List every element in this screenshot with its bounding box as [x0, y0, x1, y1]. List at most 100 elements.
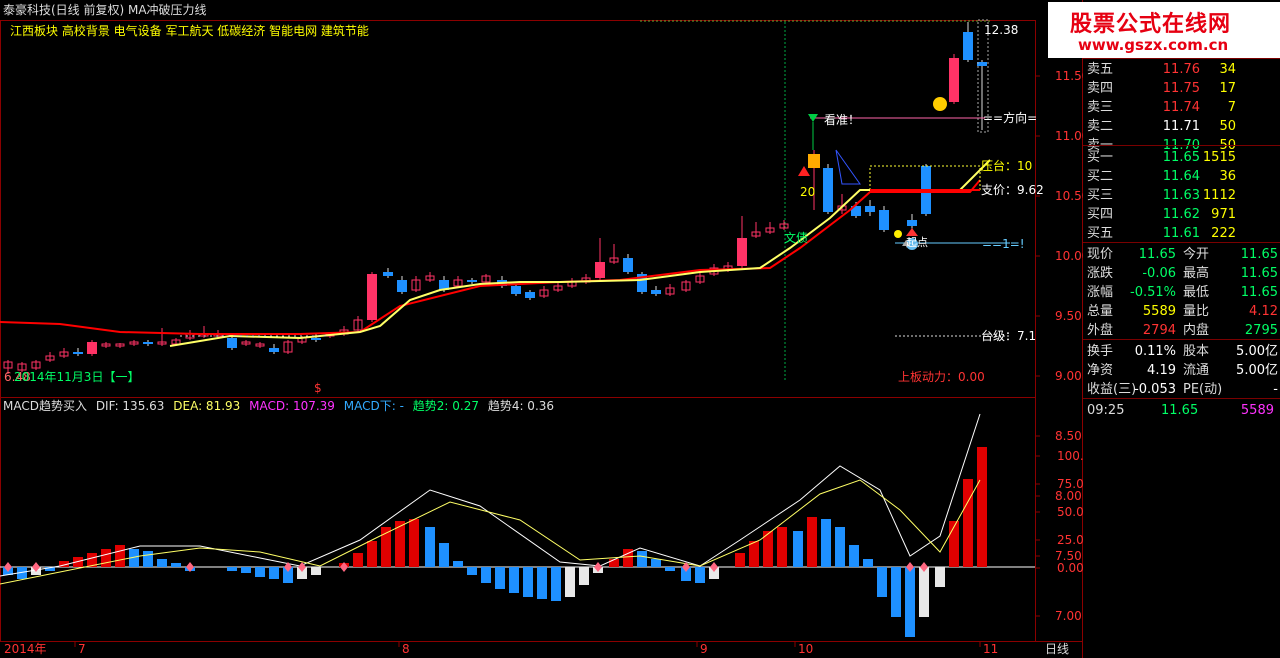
order-row-sell[interactable]: 卖三 11.74 7	[1083, 98, 1280, 117]
order-volume: 17	[1219, 81, 1236, 96]
macd-bar	[537, 567, 547, 599]
quote-value: 2795	[1244, 323, 1278, 338]
macd-bar	[241, 567, 251, 573]
quote-label: 现价	[1087, 247, 1114, 262]
order-row-buy[interactable]: 买五 11.61 222	[1083, 224, 1280, 243]
quote-value: -0.06	[1142, 266, 1176, 281]
annotation-date: 2014年11月3日【一】	[14, 370, 139, 384]
indicator-axis-label: 75.00	[1057, 477, 1083, 491]
indicator-axis-label: 25.00	[1057, 533, 1083, 547]
macd-bar	[367, 541, 377, 567]
quote-label: 最低	[1183, 285, 1210, 300]
price-axis-label: 8.50	[1055, 429, 1082, 443]
order-row-buy[interactable]: 买四 11.62 971	[1083, 205, 1280, 224]
quote-label: 总量	[1087, 304, 1114, 319]
quote-row: 净资 4.19 流通 5.00亿	[1083, 361, 1280, 380]
price-axis-label: 11.50	[1055, 69, 1083, 83]
logo-url: www.gszx.com.cn	[1078, 36, 1229, 54]
order-volume: 971	[1211, 207, 1236, 222]
macd-bar	[863, 559, 873, 567]
order-label: 买三	[1087, 188, 1114, 203]
main-panel-frame	[0, 20, 1036, 398]
macd-bar	[793, 531, 803, 567]
order-row-buy[interactable]: 买三 11.63 1112	[1083, 186, 1280, 205]
quote-label: 最高	[1183, 266, 1210, 281]
quote-value: 5589	[1142, 304, 1176, 319]
order-row-buy[interactable]: 买一 11.65 1515	[1083, 148, 1280, 167]
quote-row: 涨幅 -0.51% 最低 11.65	[1083, 283, 1280, 302]
logo-title: 股票公式在线网	[1070, 12, 1232, 37]
price-axis-label: 9.50	[1055, 309, 1082, 323]
order-row-sell[interactable]: 卖二 11.71 50	[1083, 117, 1280, 136]
order-label: 买二	[1087, 169, 1114, 184]
chart-canvas[interactable]: 11.5011.0010.5010.009.509.008.508.007.50…	[0, 0, 1083, 658]
dif-value: DIF: 135.63	[95, 399, 165, 413]
macd-bar	[949, 521, 959, 567]
macd-bar	[171, 563, 181, 567]
order-row-buy[interactable]: 买二 11.64 36	[1083, 167, 1280, 186]
candle-body	[367, 274, 377, 320]
panel-separator	[1083, 398, 1280, 399]
panel-separator	[1083, 242, 1280, 243]
sector-tags: 江西板块 高校背景 电气设备 军工航天 低碳经济 智能电网 建筑节能	[10, 24, 369, 38]
indicator-axis-label: 100.0	[1057, 449, 1083, 463]
macd-bar	[935, 567, 945, 587]
tick-row[interactable]: 09:25 11.65 5589	[1083, 401, 1280, 420]
period-label: 日线	[1045, 642, 1069, 656]
quote-label: 流通	[1183, 363, 1210, 378]
order-row-sell[interactable]: 卖五 11.76 34	[1083, 60, 1280, 79]
annotation-power: 上板动力：0.00	[898, 370, 985, 384]
candle-body	[623, 258, 633, 272]
quote-value: 11.65	[1138, 247, 1176, 262]
price-axis-label: 9.00	[1055, 369, 1082, 383]
macd-bar	[651, 559, 661, 567]
candle-body	[87, 342, 97, 354]
macd-bar	[409, 519, 419, 567]
gold-circle-icon	[933, 97, 947, 111]
tick-volume: 5589	[1240, 403, 1274, 418]
month-label: 10	[798, 642, 813, 656]
macd-bar	[101, 549, 111, 567]
month-label: 9	[700, 642, 708, 656]
order-label: 卖三	[1087, 100, 1114, 115]
candle-body	[311, 338, 321, 340]
panel-separator	[1083, 339, 1280, 340]
indicator-name: MACD趋势买入	[3, 399, 87, 413]
order-price: 11.61	[1162, 226, 1200, 241]
macd-bar	[425, 527, 435, 567]
candle-body	[143, 342, 153, 344]
candle-body	[823, 168, 833, 212]
quote-label: 内盘	[1183, 323, 1210, 338]
quote-value: 11.65	[1240, 247, 1278, 262]
price-axis-label: 8.00	[1055, 489, 1082, 503]
month-label: 7	[78, 642, 86, 656]
candle-body	[737, 238, 747, 266]
indicator-axis-label: 50.00	[1057, 505, 1083, 519]
quote-value: 4.19	[1147, 363, 1176, 378]
quote-value: 2794	[1142, 323, 1176, 338]
quote-label: 今开	[1183, 247, 1210, 262]
quote-panel: 卖五 11.76 34 卖四 11.75 17 卖三 11.74 7 卖二 11.71 50 卖一 11.…	[1083, 58, 1280, 658]
quote-value: 0.11%	[1134, 344, 1176, 359]
macd-bar	[877, 567, 887, 597]
quote-value: -	[1273, 382, 1278, 397]
macd-bar	[481, 567, 491, 583]
order-price: 11.76	[1162, 62, 1200, 77]
macd-bar	[821, 519, 831, 567]
ma-yellow-line	[169, 159, 991, 347]
order-label: 卖五	[1087, 62, 1114, 77]
time-year-label: 2014年	[4, 642, 47, 656]
trend4-value: 趋势4: 0.36	[487, 399, 555, 413]
candle-body	[467, 280, 477, 282]
order-volume: 222	[1211, 226, 1236, 241]
quote-row: 涨跌 -0.06 最高 11.65	[1083, 264, 1280, 283]
order-row-sell[interactable]: 卖四 11.75 17	[1083, 79, 1280, 98]
red-up-marker	[906, 228, 918, 236]
order-price: 11.62	[1162, 207, 1200, 222]
panel-separator	[1083, 145, 1280, 146]
quote-value: 5.00亿	[1236, 344, 1278, 359]
candle-body	[595, 262, 605, 278]
order-label: 买四	[1087, 207, 1114, 222]
macd-bar	[977, 447, 987, 567]
price-axis-label: 7.00	[1055, 609, 1082, 623]
